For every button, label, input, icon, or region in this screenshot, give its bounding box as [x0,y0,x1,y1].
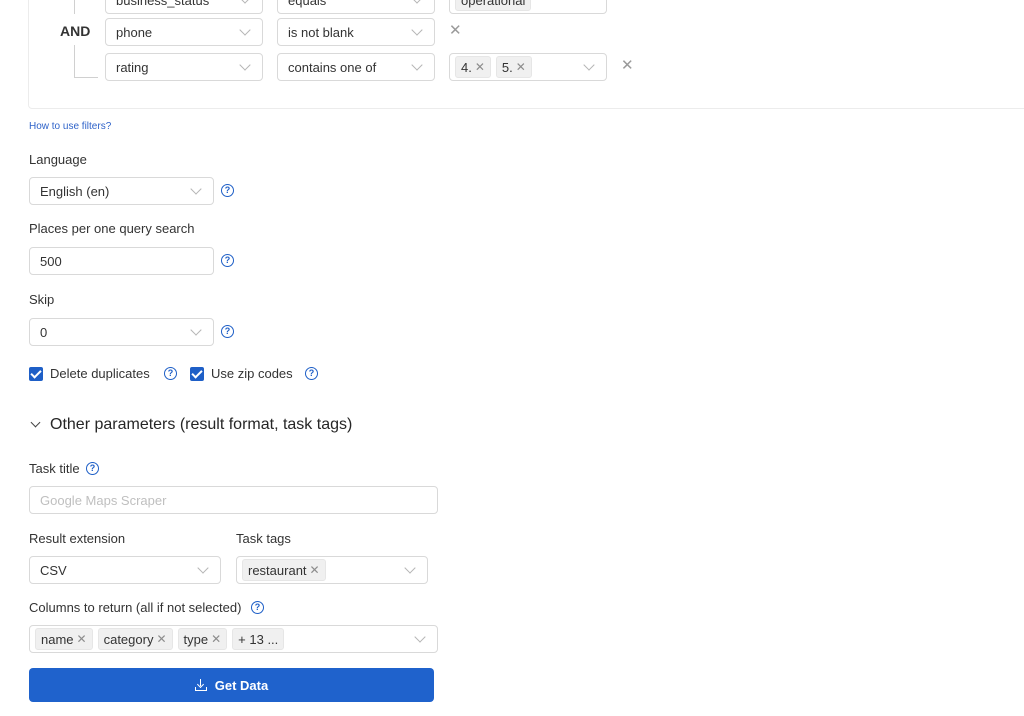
tag-label: type [183,631,209,647]
result-extension-value: CSV [40,562,67,578]
language-label: Language [29,152,87,167]
delete-duplicates-checkbox[interactable] [29,367,43,381]
language-value: English (en) [40,183,110,199]
filter-field-select[interactable]: phone [105,18,263,46]
chevron-down-icon [411,0,423,4]
tag-label: 5. [501,59,513,75]
chevron-down-icon [411,24,423,36]
use-zip-codes-checkbox[interactable] [190,367,204,381]
filter-condition-select[interactable]: equals [277,0,435,14]
filter-values-select[interactable]: operational [449,0,607,14]
language-select[interactable]: English (en) [29,177,214,205]
filter-operator[interactable]: AND [60,23,90,39]
remove-tag-icon[interactable]: ✕ [77,632,87,646]
tag-label: + 13 ... [238,631,279,647]
tree-line [74,45,75,78]
tag-label: category [103,631,154,647]
columns-label: Columns to return (all if not selected) [29,600,242,615]
tag-label: 4. [461,59,472,75]
chevron-down-icon [190,324,202,336]
remove-tag-icon[interactable]: ✕ [211,632,221,646]
remove-tag-icon[interactable]: ✕ [310,563,320,577]
download-icon [194,679,207,691]
task-title-placeholder: Google Maps Scraper [40,492,167,508]
filter-condition-value: contains one of [288,59,377,75]
filter-condition-select[interactable]: is not blank [277,18,435,46]
filter-value-tag: 4. ✕ [455,56,491,78]
task-tags-select[interactable]: restaurant ✕ [236,556,428,584]
filter-condition-value: equals [288,0,327,8]
filter-condition-select[interactable]: contains one of [277,53,435,81]
remove-filter-icon[interactable]: ✕ [621,58,634,73]
help-icon[interactable]: ? [86,462,99,475]
skip-label: Skip [29,292,55,307]
tree-line [74,0,75,14]
places-per-query-label: Places per one query search [29,221,195,236]
skip-select[interactable]: 0 [29,318,214,346]
filter-value-tag: 5. ✕ [495,56,532,78]
chevron-down-icon [404,562,416,574]
remove-tag-icon[interactable]: ✕ [156,632,166,646]
other-parameters-toggle[interactable]: Other parameters (result format, task ta… [50,416,352,434]
chevron-down-icon [190,183,202,195]
get-data-button[interactable]: Get Data [29,668,434,702]
more-columns-tag: + 13 ... [232,628,285,650]
chevron-down-icon [239,59,251,71]
tag-label: name [41,631,74,647]
remove-filter-icon[interactable]: ✕ [449,23,462,38]
filter-field-value: phone [116,24,153,40]
chevron-down-icon [197,562,209,574]
filter-field-value: rating [116,59,149,75]
remove-tag-icon[interactable]: ✕ [475,60,485,74]
task-tag: restaurant ✕ [242,559,326,581]
filter-value-tag: operational [455,0,532,11]
columns-select[interactable]: name ✕ category ✕ type ✕ + 13 ... [29,625,438,653]
places-per-query-input[interactable]: 500 [29,247,214,275]
result-extension-label: Result extension [29,531,126,546]
task-title-label: Task title [29,461,80,476]
tag-label: restaurant [248,562,307,578]
filter-condition-value: is not blank [288,24,354,40]
filter-values-select[interactable]: 4. ✕ 5. ✕ [449,53,607,81]
task-title-input[interactable]: Google Maps Scraper [29,486,438,514]
how-to-use-filters-link[interactable]: How to use filters? [29,121,111,132]
tag-label: operational [461,0,526,8]
column-tag: type ✕ [177,628,228,650]
help-icon[interactable]: ? [164,367,177,380]
tree-line [74,77,98,78]
skip-value: 0 [40,324,48,340]
task-tags-label: Task tags [236,531,291,546]
places-per-query-value: 500 [40,253,62,269]
help-icon[interactable]: ? [221,254,234,267]
chevron-down-icon[interactable] [30,417,41,428]
filter-field-select[interactable]: business_status [105,0,263,14]
filter-field-select[interactable]: rating [105,53,263,81]
help-icon[interactable]: ? [251,601,264,614]
chevron-down-icon [583,59,595,71]
remove-tag-icon[interactable]: ✕ [516,60,526,74]
column-tag: name ✕ [35,628,93,650]
chevron-down-icon [411,59,423,71]
filter-field-value: business_status [116,0,210,8]
column-tag: category ✕ [97,628,173,650]
get-data-label: Get Data [214,677,269,693]
chevron-down-icon [239,0,251,4]
delete-duplicates-label: Delete duplicates [50,366,150,381]
help-icon[interactable]: ? [221,325,234,338]
help-icon[interactable]: ? [305,367,318,380]
help-icon[interactable]: ? [221,184,234,197]
use-zip-codes-label: Use zip codes [211,366,293,381]
chevron-down-icon [239,24,251,36]
result-extension-select[interactable]: CSV [29,556,221,584]
chevron-down-icon [414,631,426,643]
